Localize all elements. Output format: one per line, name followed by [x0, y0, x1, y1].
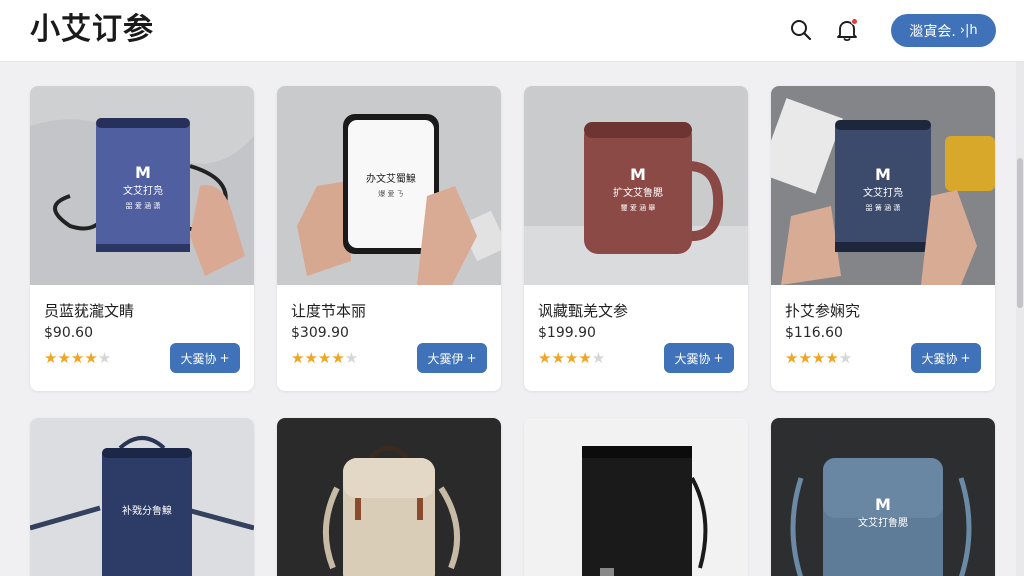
- search-icon: [791, 20, 812, 41]
- plus-icon: +: [960, 351, 971, 365]
- product-card[interactable]: M 扩文艾鲁腮 璽 爱 涵 舉 讽藏甄羌文参 $199.90 ★★★★★ 大霙协…: [524, 86, 748, 391]
- plus-icon: +: [713, 351, 724, 365]
- image-subtext: 璽 爱 涵 舉: [621, 203, 656, 212]
- product-title[interactable]: 扑艾参娴究: [785, 300, 860, 321]
- star-empty-icon: ★: [591, 349, 606, 367]
- star-icon: ★★★★: [538, 349, 592, 367]
- star-half-icon: ★: [838, 349, 853, 367]
- phone-image: 办文艾蜀鰁 爆 爱 ㄋ: [277, 86, 501, 285]
- image-subtext: 㗊 爱 涵 潇: [126, 201, 161, 210]
- product-title[interactable]: 讽藏甄羌文参: [538, 300, 628, 321]
- add-to-cart-button[interactable]: 大霙协 +: [911, 343, 981, 373]
- product-price: $309.90: [291, 325, 349, 341]
- product-card[interactable]: [277, 418, 501, 576]
- image-text: 办文艾蜀鰁: [366, 172, 416, 185]
- star-icon: ★★★★: [291, 349, 345, 367]
- beige-backpack-image: [277, 418, 501, 576]
- add-label: 大霙协: [674, 351, 711, 366]
- add-to-cart-button[interactable]: 大霙伊 +: [417, 343, 487, 373]
- product-card[interactable]: 补戣分鲁鰁: [30, 418, 254, 576]
- search-button[interactable]: [788, 17, 814, 43]
- product-title[interactable]: 员蓝莸瀧文睛: [44, 300, 134, 321]
- product-card[interactable]: 办文艾蜀鰁 爆 爱 ㄋ 让度节本丽 $309.90 ★★★★★ 大霙伊 +: [277, 86, 501, 391]
- plus-icon: +: [466, 351, 477, 365]
- add-label: 大霙协: [180, 351, 217, 366]
- product-card[interactable]: M 文艾打凫 㗊 簧 涵 潇 扑艾参娴究 $116.60 ★★★★★ 大霙协 +: [771, 86, 995, 391]
- product-card[interactable]: M 文艾打鲁腮: [771, 418, 995, 576]
- star-half-icon: ★: [97, 349, 112, 367]
- brand-title: 小艾订参: [30, 12, 154, 47]
- top-header: 小艾订参 㴴寊会. ›|h: [0, 0, 1024, 62]
- product-card[interactable]: [524, 418, 748, 576]
- add-label: 大霙协: [921, 351, 958, 366]
- image-logo: M: [630, 165, 646, 184]
- image-text: 文艾打凫: [123, 184, 163, 197]
- plus-icon: +: [219, 351, 230, 365]
- image-text: 补戣分鲁鰁: [122, 504, 172, 517]
- product-title[interactable]: 让度节本丽: [291, 300, 366, 321]
- product-image[interactable]: 办文艾蜀鰁 爆 爱 ㄋ: [277, 86, 501, 285]
- image-text: 文艾打凫: [863, 186, 903, 199]
- add-to-cart-button[interactable]: 大霙协 +: [664, 343, 734, 373]
- rating-stars: ★★★★★: [291, 349, 358, 367]
- rating-stars: ★★★★★: [44, 349, 111, 367]
- rating-stars: ★★★★★: [538, 349, 605, 367]
- rating-stars: ★★★★★: [785, 349, 852, 367]
- product-image[interactable]: M 文艾打凫 㗊 爱 涵 潇: [30, 86, 254, 285]
- notifications-button[interactable]: [834, 17, 860, 43]
- star-icon: ★★★★: [785, 349, 839, 367]
- blue-messenger-bag-image: M 文艾打鲁腮: [771, 418, 995, 576]
- product-price: $116.60: [785, 325, 843, 341]
- mug-image: M 扩文艾鲁腮 璽 爱 涵 舉: [524, 86, 748, 285]
- page-scrollbar[interactable]: [1016, 62, 1024, 576]
- account-button[interactable]: 㴴寊会. ›|h: [891, 14, 996, 47]
- blue-bucket-bag-image: M 文艾打凫 㗊 爱 涵 潇: [30, 86, 254, 285]
- image-subtext: 㗊 簧 涵 潇: [866, 203, 901, 212]
- add-label: 大霙伊: [427, 351, 464, 366]
- product-image[interactable]: M 文艾打凫 㗊 簧 涵 潇: [771, 86, 995, 285]
- add-to-cart-button[interactable]: 大霙协 +: [170, 343, 240, 373]
- product-image[interactable]: [277, 418, 501, 576]
- account-label: 㴴寊会.: [909, 23, 956, 40]
- product-image[interactable]: 补戣分鲁鰁: [30, 418, 254, 576]
- image-text: 文艾打鲁腮: [858, 516, 908, 529]
- image-logo: M: [135, 163, 151, 182]
- image-subtext: 爆 爱 ㄋ: [378, 189, 403, 198]
- navy-bucket-bag-image: 补戣分鲁鰁: [30, 418, 254, 576]
- image-text: 扩文艾鲁腮: [613, 186, 663, 199]
- product-card[interactable]: M 文艾打凫 㗊 爱 涵 潇 员蓝莸瀧文睛 $90.60 ★★★★★ 大霙协 +: [30, 86, 254, 391]
- notification-badge: [851, 18, 858, 25]
- image-logo: M: [875, 495, 891, 514]
- product-image[interactable]: M 文艾打鲁腮: [771, 418, 995, 576]
- product-price: $199.90: [538, 325, 596, 341]
- image-logo: M: [875, 165, 891, 184]
- product-image[interactable]: M 扩文艾鲁腮 璽 爱 涵 舉: [524, 86, 748, 285]
- navy-bag-image: M 文艾打凫 㗊 簧 涵 潇: [771, 86, 995, 285]
- star-icon: ★★★★: [44, 349, 98, 367]
- scrollbar-thumb[interactable]: [1017, 158, 1023, 308]
- star-half-icon: ★: [344, 349, 359, 367]
- black-box-bag-image: [524, 418, 748, 576]
- product-price: $90.60: [44, 325, 93, 341]
- product-image[interactable]: [524, 418, 748, 576]
- account-arrow-icon: ›|h: [959, 23, 978, 38]
